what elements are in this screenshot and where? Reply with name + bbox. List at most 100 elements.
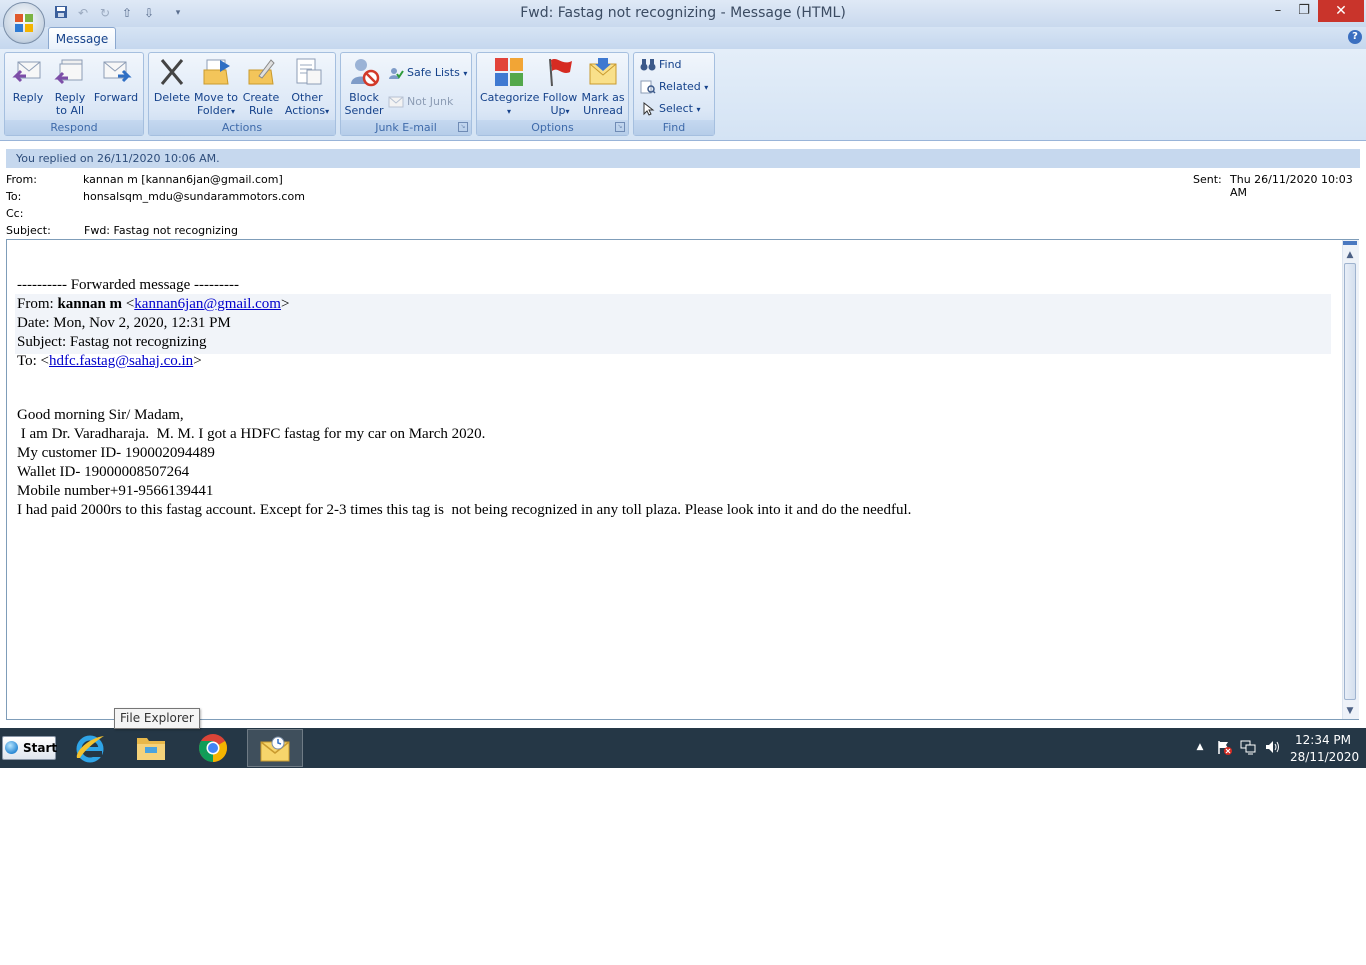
related-label: Related: [659, 80, 701, 93]
safe-lists-label: Safe Lists: [407, 66, 460, 79]
clock-date[interactable]: 28/11/2020: [1290, 750, 1359, 764]
create-rule-button[interactable]: Create Rule: [241, 56, 281, 117]
fwd-to-email-link[interactable]: hdfc.fastag@sahaj.co.in: [49, 353, 193, 369]
mark-as-unread-label-1: Mark as: [581, 91, 625, 104]
customize-qat-icon[interactable]: ▾: [170, 5, 186, 21]
office-logo-icon: [15, 14, 33, 32]
fwd-from-close: >: [280, 296, 290, 312]
show-hidden-icons-icon[interactable]: ▲: [1192, 739, 1208, 755]
fwd-to-label: To: <: [17, 353, 49, 369]
mark-as-unread-button[interactable]: Mark as Unread: [581, 56, 625, 117]
categorize-label: Categorize: [480, 91, 540, 104]
previous-item-icon[interactable]: ⇧: [119, 5, 135, 21]
file-explorer-icon: [137, 738, 165, 760]
action-center-flag-icon[interactable]: [1216, 739, 1232, 755]
follow-up-button[interactable]: Follow Up▾: [540, 56, 580, 118]
fwd-to-line: To: <hdfc.fastag@sahaj.co.in>: [17, 352, 1337, 371]
next-item-icon[interactable]: ⇩: [141, 5, 157, 21]
body-line-3: Wallet ID- 19000008507264: [17, 464, 190, 480]
move-to-folder-icon: [203, 59, 230, 85]
delete-button[interactable]: Delete: [152, 56, 192, 104]
undo-icon[interactable]: ↶: [75, 5, 91, 21]
subject-value: Fwd: Fastag not recognizing: [84, 224, 238, 237]
office-button[interactable]: [3, 2, 45, 44]
help-icon[interactable]: ?: [1348, 30, 1362, 44]
move-to-folder-button[interactable]: Move to Folder▾: [193, 56, 239, 118]
not-junk-button[interactable]: Not Junk: [388, 93, 453, 111]
create-rule-label-2: Rule: [249, 104, 273, 117]
reply-all-label-2: to All: [55, 104, 85, 117]
message-body: ---------- Forwarded message --------- F…: [17, 276, 1337, 520]
redo-icon[interactable]: ↻: [97, 5, 113, 21]
block-sender-button[interactable]: Block Sender: [344, 56, 384, 117]
block-sender-icon: [351, 59, 380, 87]
taskbar-tooltip: File Explorer: [114, 708, 200, 729]
scroll-split-handle[interactable]: [1343, 241, 1357, 245]
group-label-options: Options: [477, 120, 628, 135]
volume-icon[interactable]: [1264, 739, 1280, 755]
reply-all-label-1: Reply: [54, 91, 86, 104]
scroll-thumb[interactable]: [1344, 263, 1356, 700]
other-actions-label-1: Other: [291, 91, 323, 104]
fwd-subject-line: Subject: Fastag not recognizing: [17, 334, 207, 350]
fwd-date-line: Date: Mon, Nov 2, 2020, 12:31 PM: [17, 315, 231, 331]
flag-icon: [549, 58, 572, 87]
scroll-up-arrow-icon[interactable]: ▲: [1342, 248, 1358, 262]
scroll-down-arrow-icon[interactable]: ▼: [1342, 704, 1358, 718]
create-rule-icon: [248, 59, 275, 85]
related-button[interactable]: Related ▾: [640, 78, 708, 96]
fwd-from-name: kannan m: [57, 296, 123, 312]
ribbon-tab-strip: [0, 27, 1366, 49]
to-label: To:: [6, 190, 22, 203]
save-icon[interactable]: [53, 5, 69, 21]
forward-button[interactable]: Forward: [92, 56, 140, 104]
reply-all-icon: [54, 59, 83, 85]
binoculars-icon: [640, 58, 656, 72]
fwd-from-label: From:: [17, 296, 58, 312]
body-line-5: I had paid 2000rs to this fastag account…: [17, 502, 912, 518]
move-to-folder-label-2: Folder: [196, 104, 231, 117]
group-label-junk-email: Junk E-mail: [341, 120, 471, 135]
categorize-icon: [495, 58, 523, 86]
body-line-2: My customer ID- 190002094489: [17, 445, 215, 461]
taskbar-file-explorer[interactable]: [123, 729, 179, 767]
taskbar-chrome[interactable]: [185, 729, 241, 767]
safe-lists-button[interactable]: Safe Lists ▾: [388, 64, 467, 82]
chrome-icon: [199, 734, 227, 762]
find-button[interactable]: Find: [640, 56, 682, 74]
reply-button[interactable]: Reply: [8, 56, 48, 104]
close-button[interactable]: ✕: [1318, 0, 1364, 22]
forwarded-heading: ---------- Forwarded message ---------: [17, 277, 239, 293]
junk-email-launcher-icon[interactable]: ↘: [458, 122, 468, 132]
other-actions-button[interactable]: Other Actions▾: [282, 56, 332, 118]
forward-icon: [103, 61, 132, 83]
follow-up-label-2: Up: [550, 104, 566, 117]
sent-label: Sent:: [1193, 173, 1222, 186]
select-button[interactable]: Select ▾: [640, 100, 700, 118]
tab-message[interactable]: Message: [48, 27, 116, 50]
restore-button[interactable]: ❐: [1289, 0, 1319, 22]
to-value[interactable]: honsalsqm_mdu@sundarammotors.com: [83, 190, 305, 203]
clock-time[interactable]: 12:34 PM: [1290, 733, 1356, 747]
reply-all-button[interactable]: Reply to All: [50, 56, 90, 117]
categorize-button[interactable]: Categorize ▾: [480, 56, 540, 118]
delete-label: Delete: [153, 91, 191, 104]
group-label-find: Find: [634, 120, 714, 135]
options-launcher-icon[interactable]: ↘: [615, 122, 625, 132]
delete-icon: [160, 59, 184, 85]
internet-explorer-icon: [76, 735, 104, 763]
taskbar-internet-explorer[interactable]: [63, 729, 119, 767]
body-line-1: I am Dr. Varadharaja. M. M. I got a HDFC…: [17, 426, 486, 442]
network-icon[interactable]: [1240, 739, 1256, 755]
fwd-from-line: From: kannan m <kannan6jan@gmail.com>: [17, 295, 1337, 314]
follow-up-label-1: Follow: [542, 91, 578, 104]
other-actions-icon: [296, 58, 322, 85]
sent-value: Thu 26/11/2020 10:03 AM: [1230, 173, 1353, 199]
taskbar-outlook[interactable]: [247, 729, 303, 767]
fwd-from-email-link[interactable]: kannan6jan@gmail.com: [134, 296, 281, 312]
from-value[interactable]: kannan m [kannan6jan@gmail.com]: [83, 173, 283, 186]
safe-lists-icon: [388, 66, 404, 80]
other-actions-label-2: Actions: [284, 104, 326, 117]
fwd-to-close: >: [193, 353, 202, 369]
